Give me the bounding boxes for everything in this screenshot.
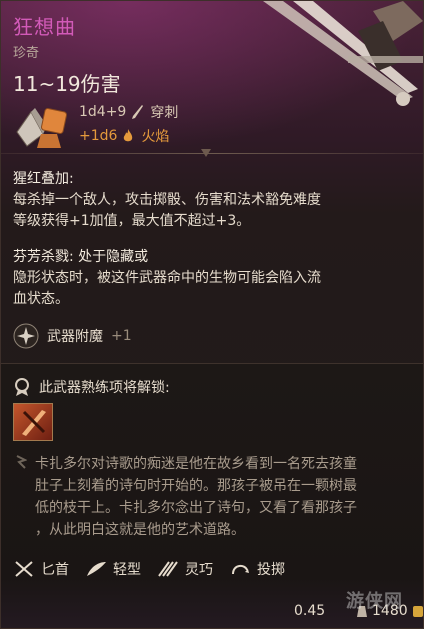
weapon-properties: 匕首 轻型 灵巧 投掷 (13, 559, 285, 579)
fire-icon (124, 129, 133, 142)
weapon-enchantment: 武器附魔 +1 (13, 323, 132, 349)
lore-line: 卡扎多尔对诗歌的痴迷是他在故乡看到一名死去孩童 (35, 456, 357, 472)
quote-icon (16, 455, 27, 469)
passive-line: 隐形状态时，被这件武器命中的生物可能会陷入流 (13, 270, 321, 286)
medal-icon (15, 378, 29, 396)
base-damage-line: 1d4+9 穿刺 (79, 102, 178, 122)
proficiency-unlock: 此武器熟练项将解锁: (13, 377, 170, 397)
finesse-icon (158, 561, 178, 577)
bonus-damage-dice: +1d6 (79, 128, 118, 144)
item-weight: 0.45 (294, 603, 326, 619)
base-damage-type: 穿刺 (150, 105, 179, 121)
item-tooltip: 狂想曲 珍奇 11~19伤害 1d4+9 穿刺 +1d6 火焰 猩红叠加: 每杀… (0, 0, 424, 629)
property-label: 匕首 (41, 562, 69, 578)
passive-line: 每杀掉一个敌人，攻击掷骰、伤害和法术豁免难度 (13, 192, 321, 208)
lore-text: 卡扎多尔对诗歌的痴迷是他在故乡看到一名死去孩童 肚子上刻着的诗句时开始的。那孩子… (35, 453, 413, 541)
property-light[interactable]: 轻型 (85, 559, 141, 579)
bonus-damage-type: 火焰 (141, 129, 170, 145)
property-dagger[interactable]: 匕首 (13, 559, 69, 579)
dagger-icon (15, 561, 33, 577)
lore-line: 低的枝干上。卡扎多尔念出了诗句，又看了看那孩子 (35, 500, 357, 516)
proficiency-label: 此武器熟练项将解锁: (39, 380, 170, 396)
passive-line: 等级获得+1加值，最大值不超过+3。 (13, 213, 251, 229)
dice-icon (16, 108, 67, 148)
property-label: 轻型 (113, 562, 141, 578)
item-rarity: 珍奇 (13, 46, 40, 61)
section-divider (1, 149, 423, 157)
property-finesse[interactable]: 灵巧 (157, 559, 213, 579)
property-label: 投掷 (257, 562, 285, 578)
item-name: 狂想曲 (13, 15, 76, 39)
enchantment-value: +1 (111, 328, 132, 344)
feather-icon (87, 562, 106, 576)
slash-icon (22, 410, 46, 436)
enchantment-label: 武器附魔 (47, 329, 103, 345)
bonus-damage-line: +1d6 火焰 (79, 126, 169, 146)
damage-total: 11~19伤害 (13, 72, 121, 96)
piercing-icon (132, 105, 144, 119)
property-label: 灵巧 (185, 562, 213, 578)
sword-artwork (263, 1, 423, 106)
passive-title: 芬芳杀戮: 处于隐藏或 (13, 249, 149, 265)
passive-line: 血状态。 (13, 291, 69, 307)
passive-fragrant-slaughter: 芬芳杀戮: 处于隐藏或 隐形状态时，被这件武器命中的生物可能会陷入流 血状态。 (13, 247, 413, 310)
watermark: 游侠网 (346, 591, 403, 612)
gold-coin-icon (412, 606, 423, 617)
lore-line: 肚子上刻着的诗句时开始的。那孩子被吊在一颗树最 (35, 478, 357, 494)
proficiency-skill-icon[interactable] (13, 403, 53, 441)
passive-crimson-stack: 猩红叠加: 每杀掉一个敌人，攻击掷骰、伤害和法术豁免难度 等级获得+1加值，最大… (13, 169, 413, 232)
passive-title: 猩红叠加: (13, 171, 74, 187)
thrown-icon (232, 564, 249, 575)
property-thrown[interactable]: 投掷 (229, 559, 285, 579)
lore-line: ，从此明白这就是他的艺术道路。 (35, 522, 245, 538)
enchantment-icon (13, 323, 39, 349)
base-damage-dice: 1d4+9 (79, 104, 127, 120)
